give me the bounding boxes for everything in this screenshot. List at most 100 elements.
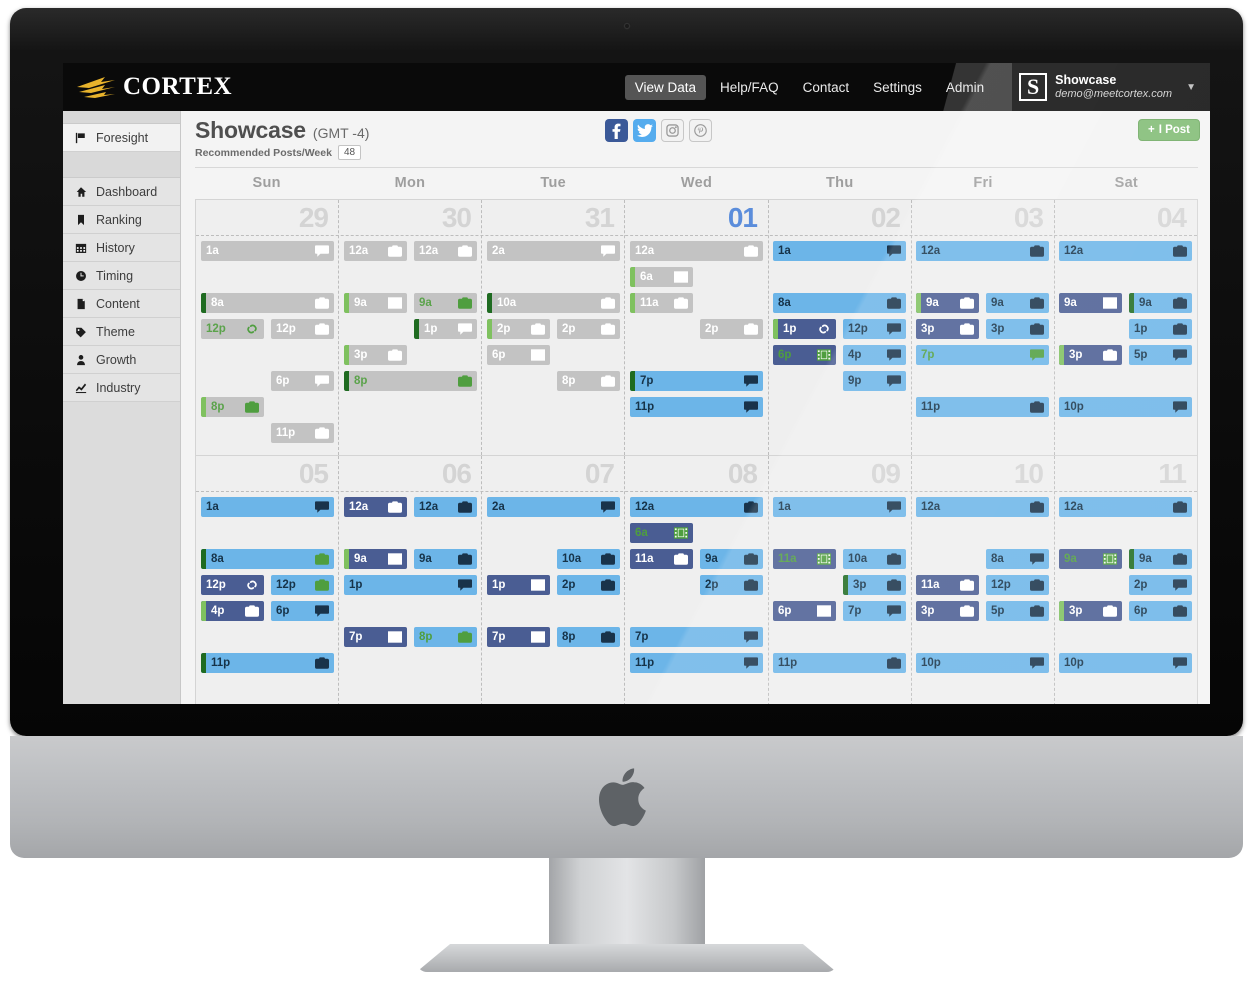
calendar-event-pill[interactable]: 8a: [201, 549, 334, 569]
calendar-event-pill[interactable]: 9a: [1059, 293, 1123, 313]
sidebar-item-timing[interactable]: Timing: [63, 262, 180, 290]
calendar-event-pill[interactable]: 3p: [985, 319, 1049, 339]
date-number[interactable]: 04: [1054, 200, 1197, 235]
calendar-event-pill[interactable]: 12a: [916, 241, 1049, 261]
calendar-event-pill[interactable]: 12p: [985, 575, 1049, 595]
calendar-event-pill[interactable]: 4p: [842, 345, 906, 365]
calendar-event-pill[interactable]: 11p: [630, 397, 763, 417]
date-number[interactable]: 29: [196, 200, 339, 235]
facebook-icon[interactable]: [605, 119, 628, 142]
calendar-event-pill[interactable]: 12a: [630, 497, 763, 517]
calendar-event-pill[interactable]: 11p: [630, 653, 763, 673]
day-cell[interactable]: 2a 10a 2p 2p 6p 8p: [482, 236, 625, 455]
nav-admin[interactable]: Admin: [936, 75, 994, 100]
calendar-event-pill[interactable]: 9p: [842, 371, 906, 391]
calendar-event-pill[interactable]: 12a: [344, 241, 408, 261]
calendar-event-pill[interactable]: 3p: [916, 601, 980, 621]
calendar-event-pill[interactable]: 9a: [344, 293, 408, 313]
calendar-event-pill[interactable]: 6p: [270, 601, 334, 621]
calendar-event-pill[interactable]: 12p: [201, 575, 265, 595]
calendar-event-pill[interactable]: 2p: [699, 319, 763, 339]
calendar-event-pill[interactable]: 11p: [270, 423, 334, 443]
date-number[interactable]: 03: [911, 200, 1054, 235]
calendar-event-pill[interactable]: 5p: [985, 601, 1049, 621]
calendar-event-pill[interactable]: 11p: [773, 653, 906, 673]
calendar-event-pill[interactable]: 11p: [916, 397, 1049, 417]
nav-view-data[interactable]: View Data: [624, 74, 707, 100]
calendar-event-pill[interactable]: 11a: [630, 549, 694, 569]
day-cell[interactable]: 12a 12a 9a 9a 1p 3p 8p: [339, 236, 482, 455]
date-number[interactable]: 02: [768, 200, 911, 235]
calendar-event-pill[interactable]: 1a: [773, 497, 906, 517]
calendar-event-pill[interactable]: 2p: [556, 319, 620, 339]
day-cell[interactable]: 12a 6a 11a 2p 7p 11p: [625, 236, 768, 455]
date-number[interactable]: 10: [911, 456, 1054, 491]
calendar-event-pill[interactable]: 10p: [1059, 397, 1192, 417]
day-cell[interactable]: 12a 9a 9a 3p 3p 7p 11p: [911, 236, 1054, 455]
calendar-event-pill[interactable]: 12a: [1059, 241, 1192, 261]
calendar-event-pill[interactable]: 6p: [773, 601, 837, 621]
calendar-event-pill[interactable]: 12a: [344, 497, 408, 517]
calendar-event-pill[interactable]: 12p: [842, 319, 906, 339]
calendar-event-pill[interactable]: 1a: [201, 497, 334, 517]
date-number[interactable]: 08: [625, 456, 768, 491]
calendar-event-pill[interactable]: 12a: [1059, 497, 1192, 517]
calendar-event-pill[interactable]: 8p: [413, 627, 477, 647]
date-number[interactable]: 01: [625, 200, 768, 235]
calendar-event-pill[interactable]: 11a: [916, 575, 980, 595]
calendar-event-pill[interactable]: 2p: [699, 575, 763, 595]
calendar-event-pill[interactable]: 7p: [630, 371, 763, 391]
day-cell[interactable]: 12a 8a 11a 12p 3p 5p 10p: [911, 492, 1054, 704]
calendar-event-pill[interactable]: 2a: [487, 241, 620, 261]
sidebar-item-history[interactable]: History: [63, 234, 180, 262]
calendar-event-pill[interactable]: 2p: [487, 319, 551, 339]
calendar-event-pill[interactable]: 9a: [1059, 549, 1123, 569]
calendar-event-pill[interactable]: 9a: [1128, 293, 1192, 313]
calendar-event-pill[interactable]: 1p: [773, 319, 837, 339]
day-cell[interactable]: 1a 8a 1p 12p 4p 6p 9p: [768, 236, 911, 455]
day-cell[interactable]: 12a 9a 9a 1p 3p 5p 10p: [1054, 236, 1197, 455]
calendar-event-pill[interactable]: 1p: [487, 575, 551, 595]
calendar-event-pill[interactable]: 6a: [630, 267, 694, 287]
calendar-event-pill[interactable]: 7p: [487, 627, 551, 647]
instagram-icon[interactable]: [661, 119, 684, 142]
calendar-event-pill[interactable]: 9a: [1128, 549, 1192, 569]
calendar-event-pill[interactable]: 12p: [270, 575, 334, 595]
date-number[interactable]: 05: [196, 456, 339, 491]
day-cell[interactable]: 2a 10a 1p 2p 7p 8p: [482, 492, 625, 704]
calendar-event-pill[interactable]: 3p: [842, 575, 906, 595]
day-cell[interactable]: 12a 9a 9a 2p 3p 6p 10p: [1054, 492, 1197, 704]
calendar-event-pill[interactable]: 9a: [413, 549, 477, 569]
calendar-event-pill[interactable]: 3p: [1059, 601, 1123, 621]
calendar-event-pill[interactable]: 4p: [201, 601, 265, 621]
day-cell[interactable]: 12a 6a 9a 11a 2p 7p 11p: [625, 492, 768, 704]
day-cell[interactable]: 1a 8a 12p 12p 6p 8p 11p: [196, 236, 339, 455]
calendar-event-pill[interactable]: 6p: [1128, 601, 1192, 621]
day-cell[interactable]: 1a 8a 12p 12p 4p 6p 11p: [196, 492, 339, 704]
calendar-event-pill[interactable]: 12a: [916, 497, 1049, 517]
calendar-event-pill[interactable]: 9a: [916, 293, 980, 313]
twitter-icon[interactable]: [633, 119, 656, 142]
calendar-event-pill[interactable]: 10p: [916, 653, 1049, 673]
calendar-event-pill[interactable]: 8p: [556, 627, 620, 647]
calendar-event-pill[interactable]: 12a: [630, 241, 763, 261]
calendar-event-pill[interactable]: 10p: [1059, 653, 1192, 673]
calendar-event-pill[interactable]: 12p: [270, 319, 334, 339]
calendar-event-pill[interactable]: 2p: [556, 575, 620, 595]
date-number[interactable]: 30: [339, 200, 482, 235]
calendar-event-pill[interactable]: 11p: [201, 653, 334, 673]
calendar-event-pill[interactable]: 9a: [699, 549, 763, 569]
calendar-event-pill[interactable]: 2p: [1128, 575, 1192, 595]
calendar-event-pill[interactable]: 8p: [556, 371, 620, 391]
i-post-button[interactable]: + I Post: [1137, 119, 1200, 141]
date-number[interactable]: 07: [482, 456, 625, 491]
sidebar-item-theme[interactable]: Theme: [63, 318, 180, 346]
calendar-event-pill[interactable]: 10a: [842, 549, 906, 569]
day-cell[interactable]: 1a 11a 10a 3p 6p 7p 11p: [768, 492, 911, 704]
calendar-event-pill[interactable]: 1p: [1128, 319, 1192, 339]
calendar-event-pill[interactable]: 8a: [985, 549, 1049, 569]
calendar-event-pill[interactable]: 1p: [413, 319, 477, 339]
day-cell[interactable]: 12a 12a 9a 9a 1p 7p 8p: [339, 492, 482, 704]
calendar-event-pill[interactable]: 8p: [344, 371, 477, 391]
calendar-event-pill[interactable]: 2a: [487, 497, 620, 517]
